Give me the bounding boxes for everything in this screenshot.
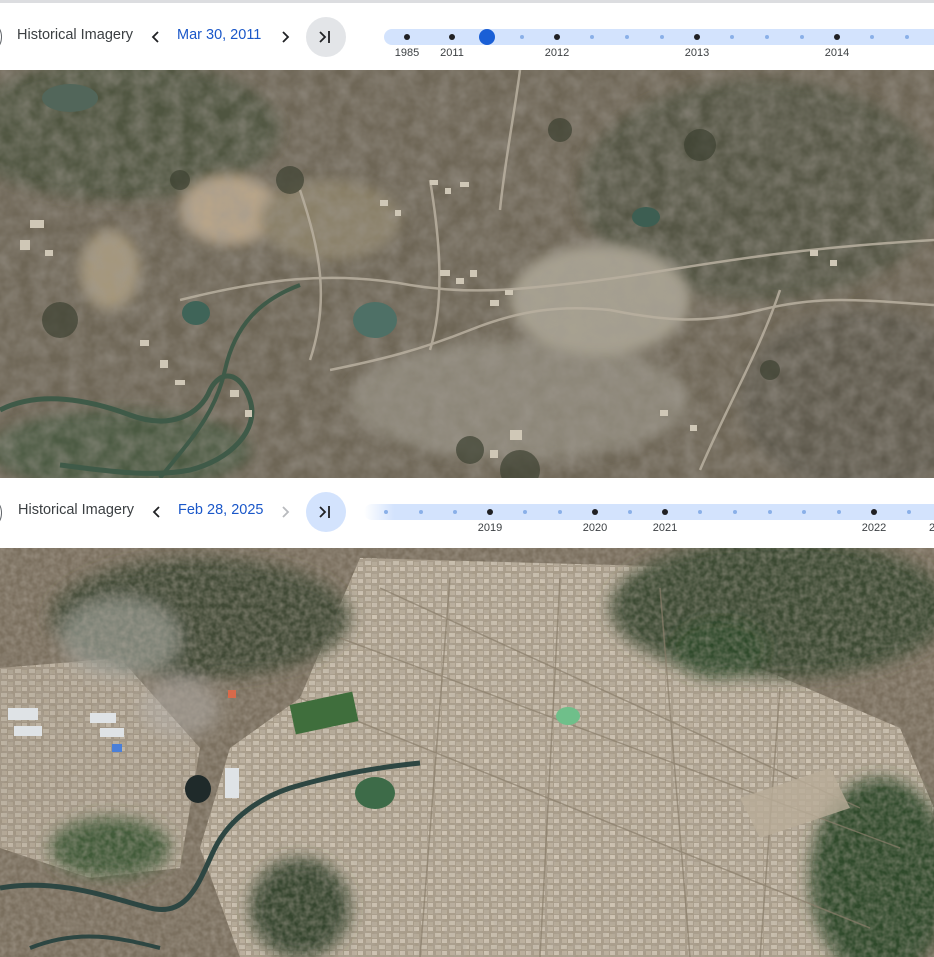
- satellite-imagery-2011[interactable]: [0, 70, 934, 478]
- timeline-dot[interactable]: [419, 510, 423, 514]
- timeline-marker-2013[interactable]: [694, 34, 700, 40]
- timeline-marker-2020[interactable]: [592, 509, 598, 515]
- jump-to-latest-button[interactable]: [306, 492, 346, 532]
- imagery-timeline[interactable]: [364, 504, 934, 520]
- timeline-dot[interactable]: [453, 510, 457, 514]
- timeline-marker-2011[interactable]: [449, 34, 455, 40]
- chevron-left-icon: [152, 506, 160, 518]
- timeline-year-label: 2020: [582, 522, 608, 534]
- timeline-dot[interactable]: [730, 35, 734, 39]
- timeline-dot[interactable]: [837, 510, 841, 514]
- timeline-dot[interactable]: [765, 35, 769, 39]
- historical-imagery-label: Historical Imagery: [18, 502, 135, 518]
- chevron-left-icon: [151, 31, 159, 43]
- timeline-dot[interactable]: [558, 510, 562, 514]
- previous-date-button[interactable]: [143, 24, 169, 50]
- timeline-marker-2021[interactable]: [662, 509, 668, 515]
- timeline-marker-2012[interactable]: [554, 34, 560, 40]
- timeline-marker-2014[interactable]: [834, 34, 840, 40]
- timeline-dot[interactable]: [907, 510, 911, 514]
- timeline-year-label: 1985: [394, 47, 420, 59]
- timeline-dot[interactable]: [625, 35, 629, 39]
- historical-imagery-label: Historical Imagery: [17, 27, 134, 43]
- skip-to-latest-icon: [319, 506, 330, 518]
- timeline-marker-1985[interactable]: [404, 34, 410, 40]
- historical-imagery-toolbar: Historical Imagery Mar 30, 2011 1985 201…: [0, 0, 934, 70]
- timeline-dot[interactable]: [523, 510, 527, 514]
- chevron-right-icon: [282, 31, 290, 43]
- panel-toggle-icon[interactable]: [0, 26, 2, 48]
- timeline-dot[interactable]: [590, 35, 594, 39]
- timeline-dot[interactable]: [768, 510, 772, 514]
- timeline-year-label: 2014: [824, 47, 850, 59]
- current-date[interactable]: Mar 30, 2011: [177, 27, 261, 43]
- timeline-year-label: 2021: [652, 522, 678, 534]
- timeline-marker-2022[interactable]: [871, 509, 877, 515]
- timeline-year-label: 2011: [440, 47, 464, 59]
- chevron-right-icon-disabled: [282, 506, 290, 518]
- satellite-image: [0, 70, 934, 478]
- timeline-dot[interactable]: [628, 510, 632, 514]
- timeline-selected-handle[interactable]: [479, 29, 495, 45]
- historical-imagery-panel-2025: Historical Imagery Feb 28, 2025 2019 202…: [0, 478, 934, 957]
- timeline-dot[interactable]: [384, 510, 388, 514]
- next-date-button[interactable]: [272, 24, 298, 50]
- timeline-dot[interactable]: [660, 35, 664, 39]
- timeline-dot[interactable]: [520, 35, 524, 39]
- timeline-year-label: 2012: [544, 47, 570, 59]
- satellite-imagery-2025[interactable]: [0, 548, 934, 957]
- timeline-year-label: 2013: [684, 47, 710, 59]
- historical-imagery-panel-2011: Historical Imagery Mar 30, 2011 1985 201…: [0, 0, 934, 478]
- imagery-timeline[interactable]: [384, 29, 934, 45]
- satellite-image: [0, 548, 934, 957]
- timeline-year-label: 2: [928, 522, 934, 534]
- timeline-dot[interactable]: [800, 35, 804, 39]
- timeline-dot[interactable]: [905, 35, 909, 39]
- historical-imagery-toolbar: Historical Imagery Feb 28, 2025 2019 202…: [0, 478, 934, 548]
- skip-to-latest-icon: [319, 31, 330, 43]
- timeline-dot[interactable]: [802, 510, 806, 514]
- current-date[interactable]: Feb 28, 2025: [178, 502, 263, 518]
- next-date-button[interactable]: [272, 499, 298, 525]
- timeline-dot[interactable]: [870, 35, 874, 39]
- previous-date-button[interactable]: [144, 499, 170, 525]
- timeline-year-label: 2022: [861, 522, 887, 534]
- timeline-marker-2019[interactable]: [487, 509, 493, 515]
- timeline-year-label: 2019: [477, 522, 503, 534]
- timeline-dot[interactable]: [698, 510, 702, 514]
- panel-toggle-icon[interactable]: [0, 502, 2, 524]
- timeline-dot[interactable]: [733, 510, 737, 514]
- jump-to-latest-button[interactable]: [306, 17, 346, 57]
